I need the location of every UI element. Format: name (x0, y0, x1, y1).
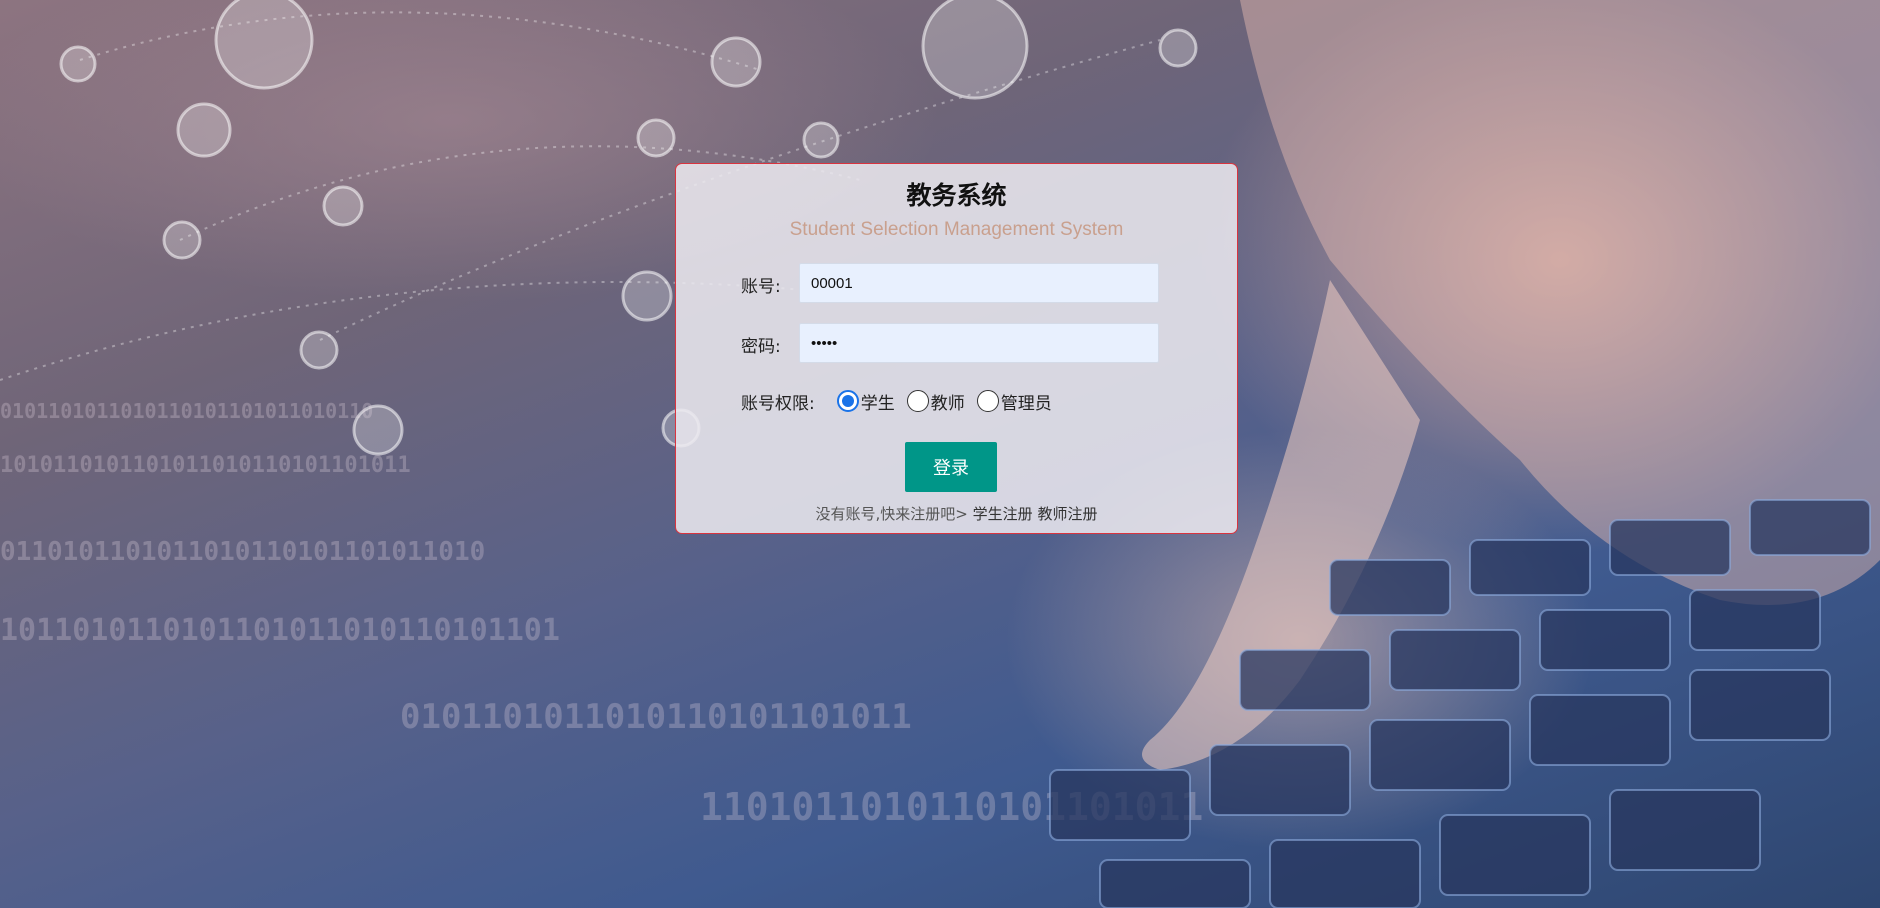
student-register-link[interactable]: 学生注册 (973, 505, 1033, 523)
svg-text:011010110101101011010110101101: 0110101101011010110101101011010 (0, 537, 485, 567)
svg-text:101101011010110101101011010110: 1011010110101101011010110101101 (0, 613, 560, 648)
password-label: 密码: (741, 337, 781, 357)
account-input[interactable] (799, 263, 1159, 303)
role-option-admin[interactable]: 管理员 (976, 389, 1052, 414)
account-label: 账号: (741, 277, 781, 297)
role-option-label: 学生 (860, 393, 895, 414)
password-input[interactable] (799, 323, 1159, 363)
page-subtitle: Student Selection Management System (789, 219, 1124, 240)
radio-student[interactable] (836, 390, 859, 412)
role-option-student[interactable]: 学生 (836, 389, 895, 414)
login-panel: 教务系统 Student Selection Management System… (675, 163, 1238, 534)
page-title: 教务系统 (906, 181, 1007, 210)
role-option-teacher[interactable]: 教师 (906, 389, 965, 414)
role-option-label: 教师 (930, 393, 965, 414)
radio-admin[interactable] (976, 390, 999, 412)
svg-text:010110101101011010110101101011: 0101101011010110101101011010110 (0, 399, 373, 423)
svg-text:101011010110101101011010110101: 1010110101101011010110101101011 (0, 453, 411, 478)
teacher-register-link[interactable]: 教师注册 (1037, 505, 1097, 523)
radio-teacher[interactable] (906, 390, 929, 412)
role-option-label: 管理员 (1000, 393, 1052, 414)
register-prompt: 没有账号,快来注册吧> (815, 505, 968, 523)
role-selector: 账号权限: 学生 教师 管理员 (741, 387, 1064, 415)
svg-text:0101101011010110101101011: 0101101011010110101101011 (400, 697, 912, 737)
role-label: 账号权限: (741, 393, 815, 414)
register-links: 没有账号,快来注册吧> 学生注册 教师注册 (676, 503, 1237, 524)
login-button[interactable]: 登录 (905, 442, 997, 492)
